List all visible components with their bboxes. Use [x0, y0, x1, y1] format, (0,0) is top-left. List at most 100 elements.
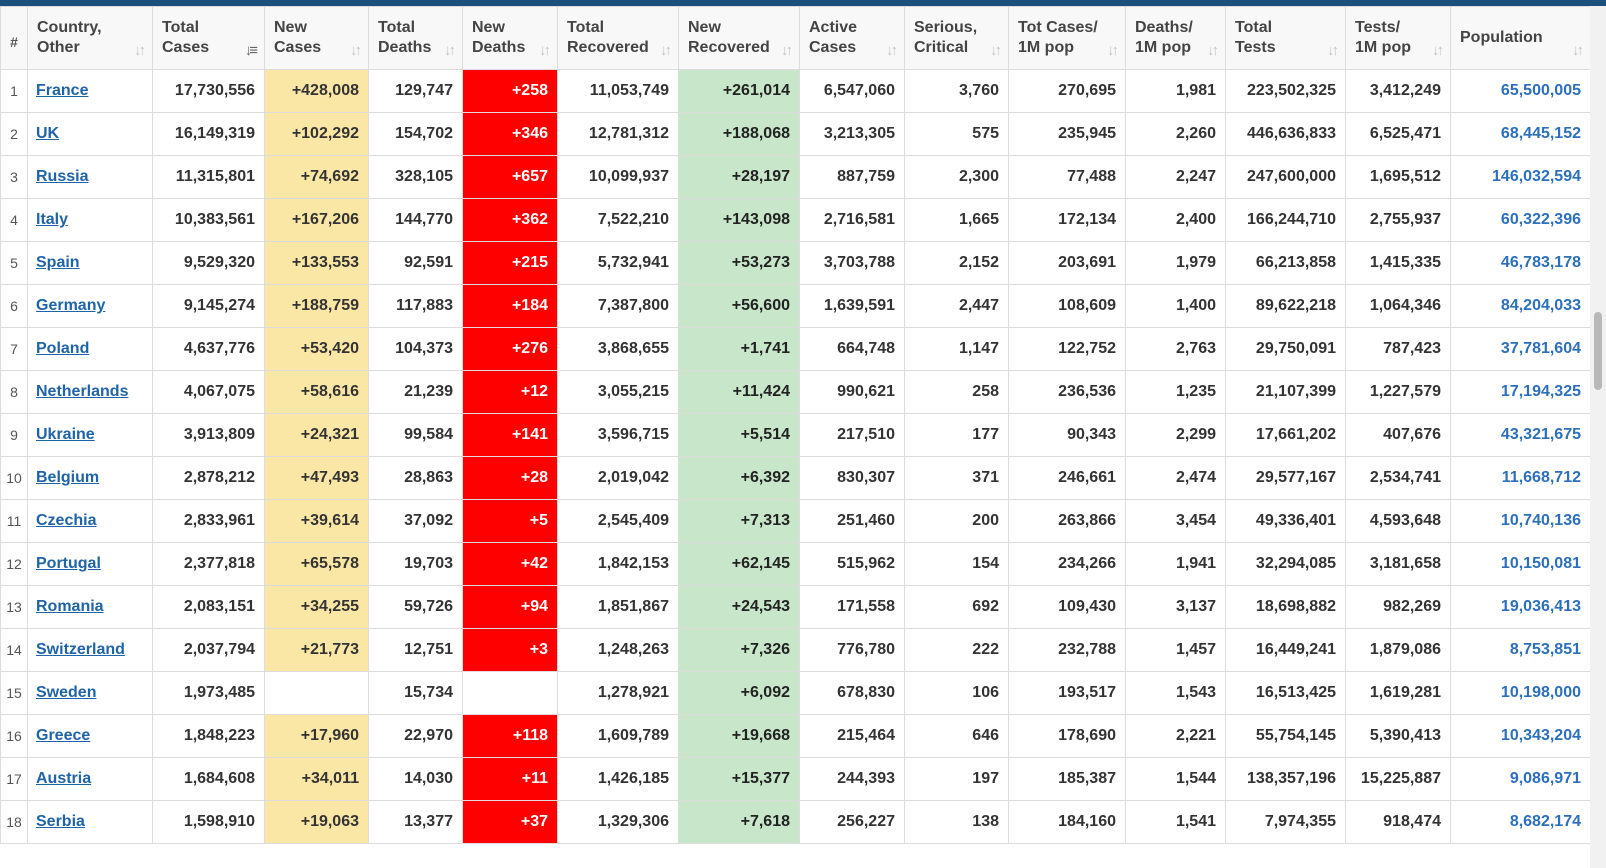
total-recovered-cell: 3,055,215: [557, 370, 679, 414]
vertical-scrollbar[interactable]: [1590, 6, 1606, 868]
deaths-per-1m-cell: 3,137: [1125, 585, 1226, 629]
column-header-line1: Population: [1460, 29, 1543, 46]
column-header-new-recovered[interactable]: New Recovered ↓↑: [678, 6, 800, 70]
serious-critical-cell: 200: [904, 499, 1009, 543]
total-recovered-cell: 1,278,921: [557, 671, 679, 715]
column-header-line1: Serious,: [914, 19, 978, 36]
total-tests-cell: 16,513,425: [1225, 671, 1346, 715]
country-link[interactable]: France: [36, 82, 88, 99]
new-deaths-cell: +28: [462, 456, 558, 500]
column-header-serious-critical[interactable]: Serious, Critical ↓↑: [904, 6, 1009, 70]
sort-updown-icon[interactable]: ↓↑: [1327, 41, 1339, 61]
tests-per-1m-cell: 1,227,579: [1345, 370, 1451, 414]
column-header-new-cases[interactable]: New Cases ↓↑: [264, 6, 369, 70]
deaths-per-1m-cell: 2,400: [1125, 198, 1226, 242]
population-cell: 10,150,081: [1450, 542, 1591, 586]
population-cell: 46,783,178: [1450, 241, 1591, 285]
sort-descending-icon[interactable]: ↓≡: [245, 41, 258, 61]
sort-updown-icon[interactable]: ↓↑: [990, 41, 1002, 61]
column-header-line2: 1M pop: [1135, 39, 1191, 56]
sort-updown-icon[interactable]: ↓↑: [660, 41, 672, 61]
cases-per-1m-cell: 193,517: [1008, 671, 1126, 715]
sort-updown-icon[interactable]: ↓↑: [1207, 41, 1219, 61]
serious-critical-cell: 177: [904, 413, 1009, 457]
row-index: 3: [0, 155, 28, 199]
country-link[interactable]: Romania: [36, 598, 104, 615]
country-link[interactable]: UK: [36, 125, 59, 142]
country-link[interactable]: Austria: [36, 770, 91, 787]
deaths-per-1m-cell: 2,299: [1125, 413, 1226, 457]
sort-updown-icon[interactable]: ↓↑: [1572, 41, 1584, 61]
country-link[interactable]: Italy: [36, 211, 68, 228]
column-header-total-tests[interactable]: Total Tests ↓↑: [1225, 6, 1346, 70]
column-header-deaths-per-1m[interactable]: Deaths/1M pop ↓↑: [1125, 6, 1226, 70]
total-deaths-cell: 117,883: [368, 284, 463, 328]
table-row: 9 Ukraine 3,913,809 +24,321 99,584 +141 3,596,…: [0, 413, 1591, 457]
country-link[interactable]: Spain: [36, 254, 80, 271]
serious-critical-cell: 2,300: [904, 155, 1009, 199]
column-header-new-deaths[interactable]: New Deaths ↓↑: [462, 6, 558, 70]
column-header-active-cases[interactable]: Active Cases ↓↑: [799, 6, 905, 70]
total-recovered-cell: 1,609,789: [557, 714, 679, 758]
column-header-line1: #: [10, 34, 18, 50]
column-header-population[interactable]: Population ↓↑: [1450, 6, 1591, 70]
new-recovered-cell: +7,313: [678, 499, 800, 543]
column-header-cases-per-1m[interactable]: Tot Cases/1M pop ↓↑: [1008, 6, 1126, 70]
table-row: 11 Czechia 2,833,961 +39,614 37,092 +5 2,545,4…: [0, 499, 1591, 543]
new-recovered-cell: +7,326: [678, 628, 800, 672]
total-recovered-cell: 12,781,312: [557, 112, 679, 156]
total-deaths-cell: 12,751: [368, 628, 463, 672]
total-tests-cell: 446,636,833: [1225, 112, 1346, 156]
serious-critical-cell: 197: [904, 757, 1009, 801]
country-link[interactable]: Russia: [36, 168, 88, 185]
column-header-total-cases[interactable]: Total Cases ↓≡: [152, 6, 265, 70]
deaths-per-1m-cell: 3,454: [1125, 499, 1226, 543]
serious-critical-cell: 3,760: [904, 69, 1009, 113]
sort-updown-icon[interactable]: ↓↑: [1432, 41, 1444, 61]
new-recovered-cell: +62,145: [678, 542, 800, 586]
total-cases-cell: 9,529,320: [152, 241, 265, 285]
column-header-country[interactable]: Country, Other ↓↑: [27, 6, 153, 70]
total-tests-cell: 247,600,000: [1225, 155, 1346, 199]
sort-updown-icon[interactable]: ↓↑: [781, 41, 793, 61]
country-name: Austria: [27, 757, 153, 801]
table-row: 15 Sweden 1,973,485 15,734 1,278,921 +6,092 67…: [0, 671, 1591, 715]
column-header-tests-per-1m[interactable]: Tests/1M pop ↓↑: [1345, 6, 1451, 70]
total-deaths-cell: 37,092: [368, 499, 463, 543]
table-row: 4 Italy 10,383,561 +167,206 144,770 +362 7,522…: [0, 198, 1591, 242]
new-cases-cell: +65,578: [264, 542, 369, 586]
country-link[interactable]: Sweden: [36, 684, 96, 701]
scrollbar-thumb[interactable]: [1594, 312, 1602, 390]
total-deaths-cell: 28,863: [368, 456, 463, 500]
total-tests-cell: 138,357,196: [1225, 757, 1346, 801]
sort-updown-icon[interactable]: ↓↑: [350, 41, 362, 61]
country-link[interactable]: Greece: [36, 727, 90, 744]
country-name: Sweden: [27, 671, 153, 715]
column-header-index[interactable]: #: [0, 6, 28, 70]
new-recovered-cell: +6,392: [678, 456, 800, 500]
sort-updown-icon[interactable]: ↓↑: [886, 41, 898, 61]
country-link[interactable]: Portugal: [36, 555, 101, 572]
serious-critical-cell: 1,665: [904, 198, 1009, 242]
country-link[interactable]: Serbia: [36, 813, 85, 830]
cases-per-1m-cell: 184,160: [1008, 800, 1126, 844]
country-link[interactable]: Poland: [36, 340, 89, 357]
sort-updown-icon[interactable]: ↓↑: [1107, 41, 1119, 61]
total-deaths-cell: 92,591: [368, 241, 463, 285]
sort-updown-icon[interactable]: ↓↑: [134, 41, 146, 61]
row-index: 7: [0, 327, 28, 371]
row-index: 5: [0, 241, 28, 285]
country-link[interactable]: Czechia: [36, 512, 96, 529]
sort-updown-icon[interactable]: ↓↑: [539, 41, 551, 61]
country-link[interactable]: Switzerland: [36, 641, 125, 658]
country-link[interactable]: Ukraine: [36, 426, 95, 443]
table-row: 1 France 17,730,556 +428,008 129,747 +258 11,0…: [0, 69, 1591, 113]
country-link[interactable]: Germany: [36, 297, 105, 314]
column-header-total-deaths[interactable]: Total Deaths ↓↑: [368, 6, 463, 70]
sort-updown-icon[interactable]: ↓↑: [444, 41, 456, 61]
country-link[interactable]: Netherlands: [36, 383, 128, 400]
column-header-total-recovered[interactable]: Total Recovered ↓↑: [557, 6, 679, 70]
active-cases-cell: 217,510: [799, 413, 905, 457]
serious-critical-cell: 138: [904, 800, 1009, 844]
country-link[interactable]: Belgium: [36, 469, 99, 486]
